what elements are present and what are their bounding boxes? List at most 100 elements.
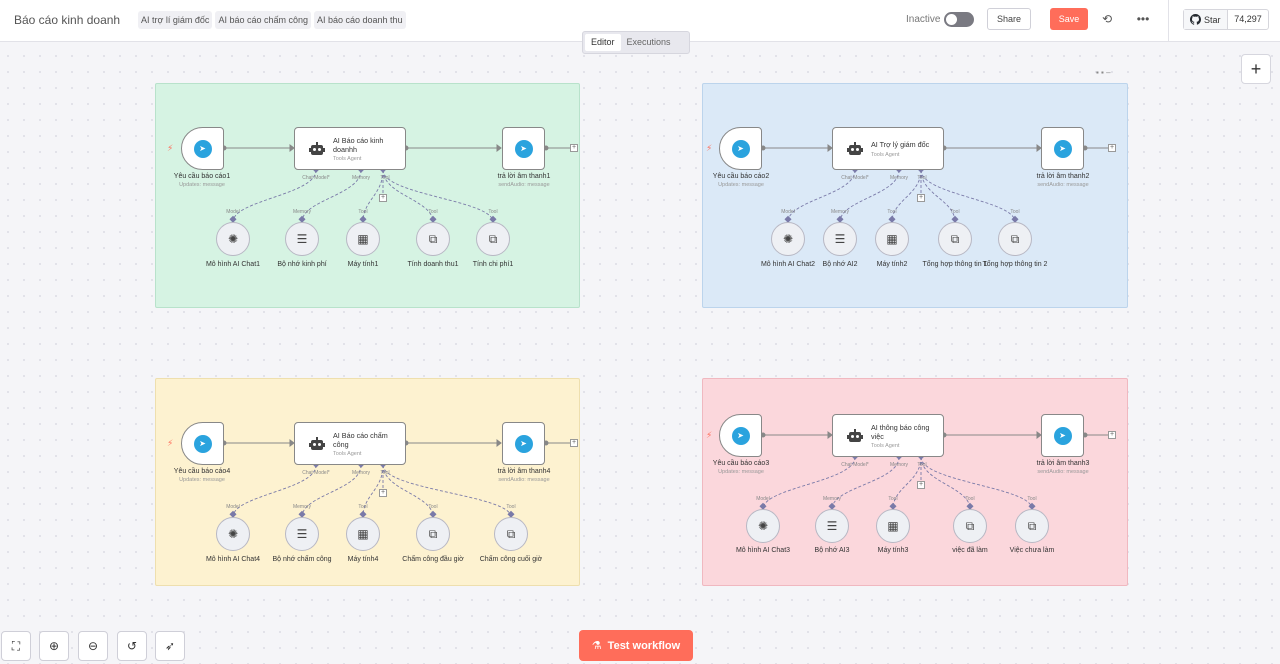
subnode-label: Tính chi phí1 xyxy=(472,261,514,268)
calculator-node[interactable]: ▦ xyxy=(876,509,910,543)
workflow-tool-node[interactable]: ⧉ xyxy=(416,222,450,256)
telegram-icon: ➤ xyxy=(731,426,750,445)
ai-agent-node[interactable]: AI Trợ lý giám đốc Tools Agent xyxy=(832,127,944,170)
reset-icon: ↺ xyxy=(126,639,138,653)
workflow-icon: ⧉ xyxy=(1010,231,1020,246)
zoom-out-button[interactable]: ⊖ xyxy=(78,631,108,661)
openai-model-node[interactable]: ✺ xyxy=(216,517,250,551)
sub-port-label: Tool xyxy=(888,496,898,502)
calculator-node[interactable]: ▦ xyxy=(346,222,380,256)
add-tool-button[interactable]: + xyxy=(917,194,925,202)
workflow-tool-node[interactable]: ⧉ xyxy=(1015,509,1049,543)
github-star-count[interactable]: 74,297 xyxy=(1228,10,1268,29)
add-next-node-button[interactable]: + xyxy=(570,144,578,152)
telegram-send-node[interactable]: ➤ xyxy=(502,422,545,465)
subnode-label: Mô hình AI Chat3 xyxy=(735,547,791,554)
sub-port-label: Tool xyxy=(506,504,516,510)
telegram-trigger-node[interactable]: ➤ xyxy=(181,127,224,170)
add-next-node-button[interactable]: + xyxy=(1108,144,1116,152)
zoom-out-icon: ⊖ xyxy=(87,639,99,653)
github-icon xyxy=(1190,14,1201,25)
ai-agent-node[interactable]: AI thông báo công việc Tools Agent xyxy=(832,414,944,457)
agent-title: AI Trợ lý giám đốc xyxy=(871,140,930,149)
memory-node[interactable]: ☰ xyxy=(285,222,319,256)
add-next-node-button[interactable]: + xyxy=(1108,431,1116,439)
add-node-button[interactable]: + xyxy=(1241,54,1271,84)
zoom-in-button[interactable]: ⊕ xyxy=(39,631,69,661)
workflow-icon: ⧉ xyxy=(488,231,498,246)
tidy-up-button[interactable]: ➶ xyxy=(155,631,185,661)
test-workflow-button[interactable]: ⚗ Test workflow xyxy=(579,630,693,661)
tab-editor[interactable]: Editor xyxy=(585,34,621,51)
add-tool-button[interactable]: + xyxy=(379,194,387,202)
ai-agent-node[interactable]: AI Báo cáo chấm công Tools Agent xyxy=(294,422,406,465)
add-tool-button[interactable]: + xyxy=(917,481,925,489)
github-star-button[interactable]: Star xyxy=(1184,10,1228,29)
robot-icon xyxy=(847,142,863,155)
ai-agent-node[interactable]: AI Báo cáo kinh doanhh Tools Agent xyxy=(294,127,406,170)
telegram-icon: ➤ xyxy=(514,139,533,158)
active-toggle[interactable] xyxy=(944,12,974,27)
openai-model-node[interactable]: ✺ xyxy=(746,509,780,543)
sub-port-label: Memory xyxy=(292,209,312,215)
memory-node[interactable]: ☰ xyxy=(823,222,857,256)
telegram-trigger-node[interactable]: ➤ xyxy=(719,414,762,457)
openai-icon: ✺ xyxy=(757,519,769,533)
sticky-note-group-2 xyxy=(702,83,1128,308)
calculator-node[interactable]: ▦ xyxy=(346,517,380,551)
reset-zoom-button[interactable]: ↺ xyxy=(117,631,147,661)
github-star-widget[interactable]: Star 74,297 xyxy=(1183,9,1269,30)
workflow-tool-node[interactable]: ⧉ xyxy=(938,222,972,256)
calculator-node[interactable]: ▦ xyxy=(875,222,909,256)
workflow-name[interactable]: Báo cáo kinh doanh xyxy=(14,13,120,27)
workflow-tool-node[interactable]: ⧉ xyxy=(476,222,510,256)
calculator-icon: ▦ xyxy=(357,527,369,541)
agent-title: AI thông báo công việc xyxy=(871,423,930,441)
sub-port-label: Model xyxy=(756,496,770,502)
tag-item[interactable]: AI báo cáo chấm công xyxy=(215,11,311,29)
workflow-tool-node[interactable]: ⧉ xyxy=(998,222,1032,256)
sub-port-label: Model xyxy=(226,504,240,510)
zoom-in-icon: ⊕ xyxy=(48,639,60,653)
fit-view-button[interactable]: ⛶ xyxy=(1,631,31,661)
share-button[interactable]: Share xyxy=(987,8,1031,30)
telegram-trigger-node[interactable]: ➤ xyxy=(719,127,762,170)
sub-port-label: Tool xyxy=(358,209,368,215)
tab-executions[interactable]: Executions xyxy=(621,34,677,51)
node-subtitle: sendAudio: message xyxy=(1037,469,1089,475)
history-icon[interactable]: ⟲ xyxy=(1098,10,1116,28)
node-label: Yêu cầu báo cáo1 xyxy=(173,173,231,180)
agent-subtitle: Tools Agent xyxy=(333,156,362,162)
workflow-tool-node[interactable]: ⧉ xyxy=(416,517,450,551)
subnode-label: Mô hình AI Chat2 xyxy=(760,261,816,268)
telegram-send-node[interactable]: ➤ xyxy=(502,127,545,170)
add-next-node-button[interactable]: + xyxy=(570,439,578,447)
workflow-tool-node[interactable]: ⧉ xyxy=(953,509,987,543)
memory-node[interactable]: ☰ xyxy=(285,517,319,551)
node-label: trả lời âm thanh3 xyxy=(1036,460,1090,467)
telegram-icon: ➤ xyxy=(193,434,212,453)
trigger-bolt-icon: ⚡ xyxy=(706,143,713,153)
node-label: Yêu cầu báo cáo2 xyxy=(712,173,770,180)
openai-model-node[interactable]: ✺ xyxy=(771,222,805,256)
telegram-trigger-node[interactable]: ➤ xyxy=(181,422,224,465)
save-button[interactable]: Save xyxy=(1050,8,1088,30)
openai-icon: ✺ xyxy=(227,527,239,541)
tag-item[interactable]: AI trợ lí giám đốc xyxy=(138,11,213,29)
telegram-icon: ➤ xyxy=(193,139,212,158)
tag-item[interactable]: AI báo cáo doanh thu xyxy=(314,11,406,29)
test-workflow-label: Test workflow xyxy=(607,639,681,652)
workflow-tool-node[interactable]: ⧉ xyxy=(494,517,528,551)
memory-node[interactable]: ☰ xyxy=(815,509,849,543)
header-divider xyxy=(1168,0,1169,42)
add-tool-button[interactable]: + xyxy=(379,489,387,497)
github-star-label: Star xyxy=(1204,14,1221,25)
sticky-resize-icon[interactable]: ▪ ▪ – xyxy=(1096,68,1111,77)
more-options-icon[interactable]: ••• xyxy=(1134,10,1152,28)
openai-model-node[interactable]: ✺ xyxy=(216,222,250,256)
telegram-send-node[interactable]: ➤ xyxy=(1041,414,1084,457)
telegram-send-node[interactable]: ➤ xyxy=(1041,127,1084,170)
database-icon: ☰ xyxy=(826,519,838,533)
sub-port-label: Tool xyxy=(965,496,975,502)
telegram-icon: ➤ xyxy=(731,139,750,158)
